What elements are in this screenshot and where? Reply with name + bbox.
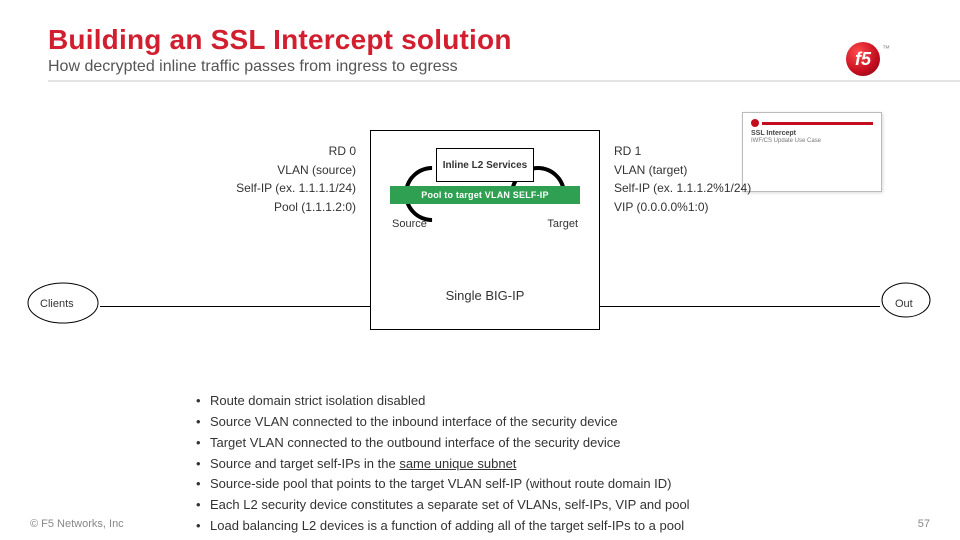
vip-right: VIP (0.0.0.0%1:0) [614, 198, 794, 217]
selfip-right: Self-IP (ex. 1.1.1.2%1/24) [614, 179, 794, 198]
bigip-box-label: Single BIG-IP [371, 289, 599, 303]
target-label: Target [547, 218, 578, 230]
bullet-item: Each L2 security device constitutes a se… [196, 496, 856, 515]
page-number: 57 [918, 518, 930, 530]
f5-logo-ball: f5 [846, 42, 880, 76]
pool-left: Pool (1.1.1.2:0) [192, 198, 356, 217]
copyright: © F5 Networks, Inc [30, 518, 124, 530]
bullet-list: Route domain strict isolation disabled So… [196, 392, 856, 538]
diagram: RD 0 VLAN (source) Self-IP (ex. 1.1.1.1/… [0, 130, 960, 360]
bullet-item: Source VLAN connected to the inbound int… [196, 413, 856, 432]
rd-left: RD 0 [192, 142, 356, 161]
trademark-symbol: ™ [882, 44, 890, 53]
title-rule [48, 80, 960, 82]
bullet-item: Target VLAN connected to the outbound in… [196, 434, 856, 453]
line-right [600, 306, 880, 307]
bullet-item: Source and target self-IPs in the same u… [196, 455, 856, 474]
out-cloud-label: Out [895, 298, 913, 310]
f5-logo: f5 ™ [846, 42, 890, 76]
bullet-item: Route domain strict isolation disabled [196, 392, 856, 411]
vlan-right: VLAN (target) [614, 161, 794, 180]
header: Building an SSL Intercept solution How d… [48, 24, 512, 76]
spec-left: RD 0 VLAN (source) Self-IP (ex. 1.1.1.1/… [192, 142, 356, 216]
selfip-left: Self-IP (ex. 1.1.1.1/24) [192, 179, 356, 198]
rd-right: RD 1 [614, 142, 794, 161]
bullet-item: Source-side pool that points to the targ… [196, 475, 856, 494]
vlan-left: VLAN (source) [192, 161, 356, 180]
spec-right: RD 1 VLAN (target) Self-IP (ex. 1.1.1.2%… [614, 142, 794, 216]
bullet-item: Load balancing L2 devices is a function … [196, 517, 856, 536]
slide: Building an SSL Intercept solution How d… [0, 0, 960, 540]
clients-cloud-label: Clients [40, 298, 74, 310]
pool-bar: Pool to target VLAN SELF-IP [390, 186, 580, 204]
page-subtitle: How decrypted inline traffic passes from… [48, 58, 512, 76]
page-title: Building an SSL Intercept solution [48, 24, 512, 56]
preview-logo-icon [751, 119, 759, 127]
source-target-row: Source Target [370, 218, 600, 230]
preview-bar [762, 122, 873, 125]
line-left [100, 306, 370, 307]
inline-services-box: Inline L2 Services [436, 148, 534, 182]
